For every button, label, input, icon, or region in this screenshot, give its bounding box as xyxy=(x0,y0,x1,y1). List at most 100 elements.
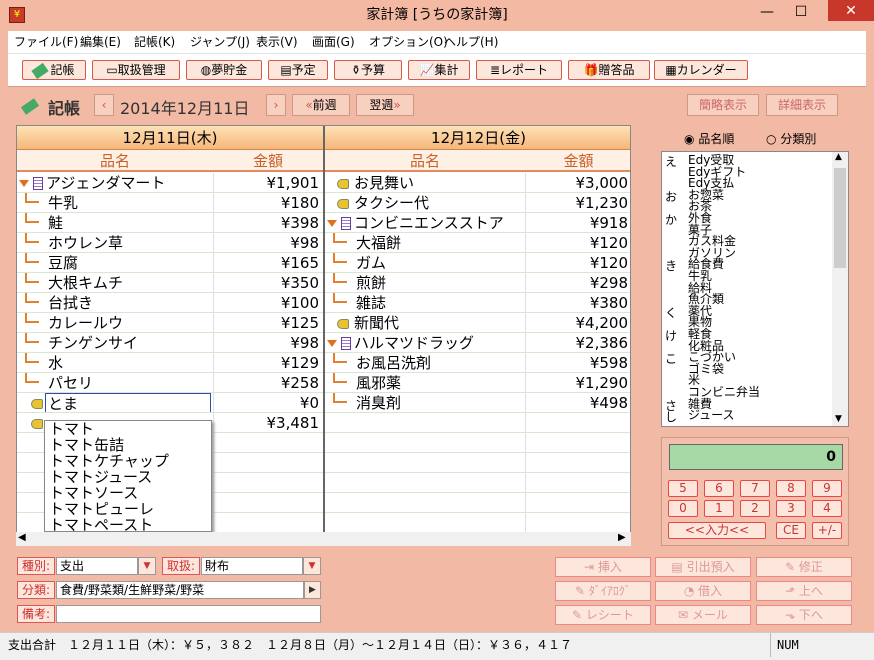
next-week-button[interactable]: 翌週» xyxy=(356,94,414,116)
sort-by-category-radio[interactable]: ○ 分類別 xyxy=(766,130,816,147)
menu-jump[interactable]: ジャンプ(J) xyxy=(190,31,250,53)
table-row[interactable]: 牛乳 ¥180 xyxy=(17,193,323,213)
simple-view-button[interactable]: 簡略表示 xyxy=(687,94,759,116)
dialog-button[interactable]: ✎ ﾀﾞｲｱﾛｸﾞ xyxy=(555,581,651,601)
calc-key-5[interactable]: 5 xyxy=(668,480,698,497)
withdraw-deposit-button[interactable]: ▤ 引出預入 xyxy=(655,557,751,577)
table-row[interactable]: パセリ ¥258 xyxy=(17,373,323,393)
tab-entry[interactable]: 記帳 xyxy=(22,60,86,80)
table-row[interactable]: 豆腐 ¥165 xyxy=(17,253,323,273)
insert-button[interactable]: ⇥ 挿入 xyxy=(555,557,651,577)
calc-key-7[interactable]: 7 xyxy=(740,480,770,497)
move-up-button[interactable]: ⬏ 上へ xyxy=(756,581,852,601)
modify-button[interactable]: ✎ 修正 xyxy=(756,557,852,577)
vertical-scrollbar[interactable]: ▲ ▼ xyxy=(832,152,848,426)
table-row[interactable]: カレールウ ¥125 xyxy=(17,313,323,333)
table-row[interactable]: 新聞代 ¥4,200 xyxy=(325,313,630,333)
calc-key-9[interactable]: 9 xyxy=(812,480,842,497)
autocomplete-option[interactable]: トマトペースト xyxy=(49,517,211,533)
table-row[interactable]: お風呂洗剤 ¥598 xyxy=(325,353,630,373)
tab-gifts[interactable]: 🎁贈答品 xyxy=(568,60,650,80)
minimize-button[interactable]: — xyxy=(752,1,782,23)
expand-triangle-icon[interactable] xyxy=(19,180,29,187)
calc-key-3[interactable]: 3 xyxy=(776,500,806,517)
table-row[interactable]: 煎餅 ¥298 xyxy=(325,273,630,293)
tab-savings[interactable]: ◍夢貯金 xyxy=(186,60,262,80)
scroll-down-icon[interactable]: ▼ xyxy=(835,414,842,424)
detail-view-button[interactable]: 詳細表示 xyxy=(766,94,838,116)
table-row[interactable]: 風邪薬 ¥1,290 xyxy=(325,373,630,393)
type-select[interactable]: 支出 xyxy=(56,557,138,575)
tab-report[interactable]: ≣レポート xyxy=(476,60,562,80)
menu-screen[interactable]: 画面(G) xyxy=(312,31,355,53)
table-row[interactable]: 大根キムチ ¥350 xyxy=(17,273,323,293)
memo-field[interactable] xyxy=(56,605,321,623)
table-row[interactable]: アジェンダマート ¥1,901 xyxy=(17,173,323,193)
receipt-button[interactable]: ✎ レシート xyxy=(555,605,651,625)
chevron-down-icon[interactable]: ▼ xyxy=(303,557,321,575)
calc-input-button[interactable]: <<入力<< xyxy=(668,522,766,539)
table-row[interactable]: 大福餅 ¥120 xyxy=(325,233,630,253)
table-row[interactable]: チンゲンサイ ¥98 xyxy=(17,333,323,353)
table-row[interactable]: 消臭剤 ¥498 xyxy=(325,393,630,413)
menu-help[interactable]: ヘルプ(H) xyxy=(444,31,498,53)
scroll-up-icon[interactable]: ▲ xyxy=(835,152,842,162)
calc-key-2[interactable]: 2 xyxy=(740,500,770,517)
horizontal-scrollbar[interactable]: ◀ ▶ xyxy=(16,532,631,546)
menu-options[interactable]: オプション(O) xyxy=(369,31,448,53)
item-name-list[interactable]: え Edy受取 Edyギフト Edy支払おお惣菜 お茶か外食 菓子 ガス料金 ガソリンき給食費… xyxy=(661,151,849,427)
chevron-right-icon[interactable]: ▶ xyxy=(304,581,321,599)
table-row[interactable]: 水 ¥129 xyxy=(17,353,323,373)
entry-name-input[interactable]: とま xyxy=(45,393,211,412)
table-row[interactable] xyxy=(325,413,630,433)
expand-triangle-icon[interactable] xyxy=(327,220,337,227)
tab-budget[interactable]: ⚱予算 xyxy=(334,60,402,80)
table-row[interactable]: 雑誌 ¥380 xyxy=(325,293,630,313)
calc-key-6[interactable]: 6 xyxy=(704,480,734,497)
calc-plusminus-button[interactable]: +/- xyxy=(812,522,842,539)
table-row[interactable]: ハルマツドラッグ ¥2,386 xyxy=(325,333,630,353)
tab-calendar[interactable]: ▦カレンダー xyxy=(654,60,748,80)
handling-select[interactable]: 財布 xyxy=(201,557,303,575)
scroll-thumb[interactable] xyxy=(834,168,846,268)
autocomplete-option[interactable]: トマトジュース xyxy=(49,469,211,485)
category-field[interactable]: 食費/野菜類/生鮮野菜/野菜 xyxy=(56,581,304,599)
table-row[interactable] xyxy=(325,433,630,453)
mail-button[interactable]: ✉ メール xyxy=(655,605,751,625)
tab-summary[interactable]: 📈集計 xyxy=(408,60,470,80)
table-row[interactable] xyxy=(325,453,630,473)
menu-edit[interactable]: 編集(E) xyxy=(80,31,121,53)
menu-entry[interactable]: 記帳(K) xyxy=(134,31,175,53)
tab-schedule[interactable]: ▤予定 xyxy=(268,60,328,80)
autocomplete-option[interactable]: トマトピューレ xyxy=(49,501,211,517)
tab-handling[interactable]: ▭取扱管理 xyxy=(92,60,180,80)
expand-triangle-icon[interactable] xyxy=(327,340,337,347)
list-item[interactable]: ジュース xyxy=(688,409,735,421)
table-row[interactable] xyxy=(325,493,630,513)
table-row[interactable]: お見舞い ¥3,000 xyxy=(325,173,630,193)
table-row[interactable] xyxy=(325,513,630,533)
table-row[interactable]: 台拭き ¥100 xyxy=(17,293,323,313)
scroll-right-icon[interactable]: ▶ xyxy=(618,532,626,543)
chevron-down-icon[interactable]: ▼ xyxy=(138,557,156,575)
prev-week-button[interactable]: «前週 xyxy=(292,94,350,116)
calc-ce-button[interactable]: CE xyxy=(776,522,806,539)
calc-key-0[interactable]: 0 xyxy=(668,500,698,517)
calc-key-4[interactable]: 4 xyxy=(812,500,842,517)
autocomplete-option[interactable]: トマト xyxy=(49,421,211,437)
table-row[interactable]: タクシー代 ¥1,230 xyxy=(325,193,630,213)
next-day-button[interactable]: › xyxy=(266,94,286,116)
move-down-button[interactable]: ⬎ 下へ xyxy=(756,605,852,625)
calc-key-1[interactable]: 1 xyxy=(704,500,734,517)
menu-file[interactable]: ファイル(F) xyxy=(14,31,78,53)
borrow-button[interactable]: ◔ 借入 xyxy=(655,581,751,601)
autocomplete-option[interactable]: トマトケチャップ xyxy=(49,453,211,469)
table-row[interactable]: とま ¥0 xyxy=(17,393,323,413)
close-button[interactable]: ✕ xyxy=(828,0,874,21)
maximize-button[interactable]: ☐ xyxy=(786,1,816,23)
table-row[interactable]: ガム ¥120 xyxy=(325,253,630,273)
table-row[interactable]: ホウレン草 ¥98 xyxy=(17,233,323,253)
autocomplete-option[interactable]: トマトソース xyxy=(49,485,211,501)
menu-view[interactable]: 表示(V) xyxy=(256,31,298,53)
table-row[interactable]: コンビニエンスストア ¥918 xyxy=(325,213,630,233)
